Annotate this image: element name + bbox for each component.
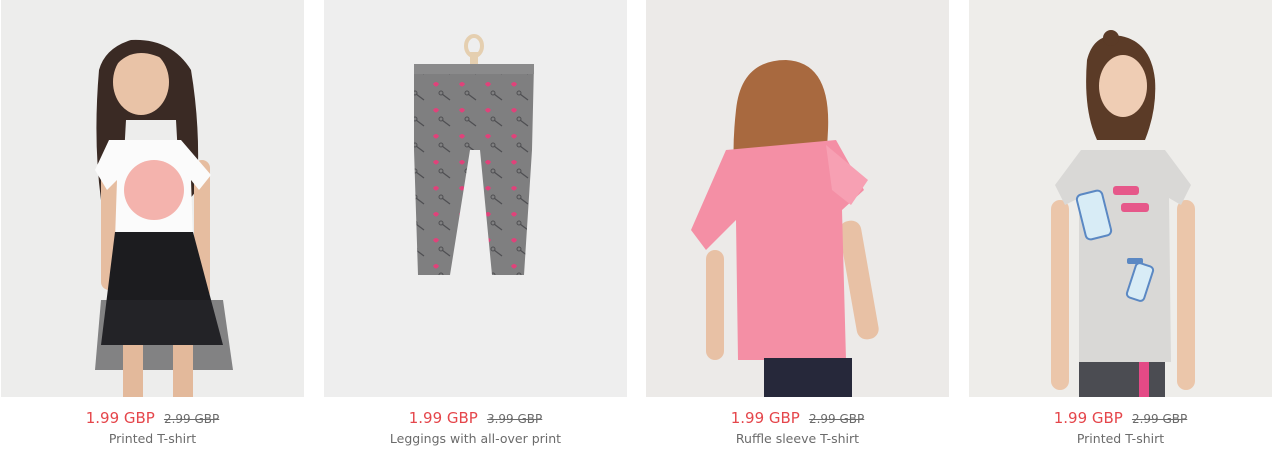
product-name[interactable]: Leggings with all-over print [324,431,627,447]
price-row: 1.99 GBP 2.99 GBP [969,409,1272,427]
sale-price: 1.99 GBP [1053,409,1123,427]
product-grid: 1.99 GBP 2.99 GBP Printed T-shirt 1.99 G… [0,0,1273,453]
product-card[interactable]: 1.99 GBP 2.99 GBP Ruffle sleeve T-shirt [646,0,949,453]
product-image-leggings[interactable] [324,0,627,397]
product-card[interactable]: 1.99 GBP 3.99 GBP Leggings with all-over… [324,0,627,453]
sale-price: 1.99 GBP [85,409,155,427]
original-price: 2.99 GBP [808,412,865,426]
product-name[interactable]: Ruffle sleeve T-shirt [646,431,949,447]
original-price: 2.99 GBP [163,412,220,426]
product-card[interactable]: 1.99 GBP 2.99 GBP Printed T-shirt [1,0,304,453]
product-image-girl-grey-printed-tshirt[interactable] [969,0,1272,397]
product-image-girl-printed-tshirt[interactable] [1,0,304,397]
price-row: 1.99 GBP 3.99 GBP [324,409,627,427]
price-row: 1.99 GBP 2.99 GBP [646,409,949,427]
original-price: 3.99 GBP [486,412,543,426]
product-card[interactable]: 1.99 GBP 2.99 GBP Printed T-shirt [969,0,1272,453]
product-image-girl-ruffle-tshirt[interactable] [646,0,949,397]
sale-price: 1.99 GBP [730,409,800,427]
original-price: 2.99 GBP [1131,412,1188,426]
product-name[interactable]: Printed T-shirt [1,431,304,447]
price-row: 1.99 GBP 2.99 GBP [1,409,304,427]
sale-price: 1.99 GBP [408,409,478,427]
product-name[interactable]: Printed T-shirt [969,431,1272,447]
